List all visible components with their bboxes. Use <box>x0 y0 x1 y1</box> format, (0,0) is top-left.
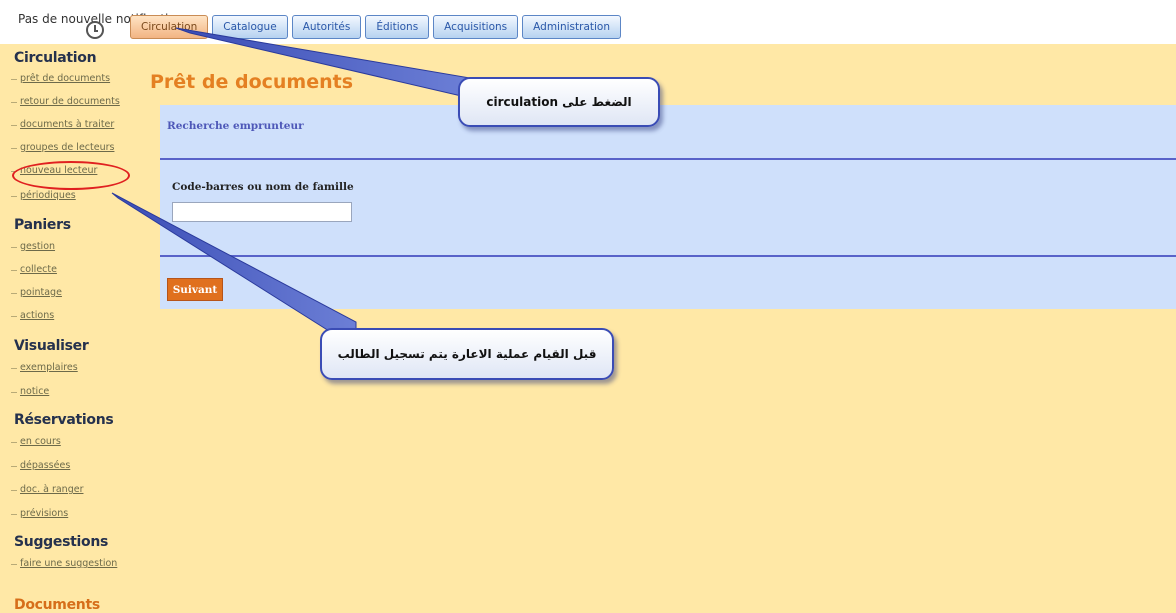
sidebar-link-pointage[interactable]: pointage <box>11 287 62 298</box>
sidebar-link-notice[interactable]: notice <box>10 386 49 397</box>
divider <box>160 255 1176 257</box>
sidebar-section-circulation: Circulation <box>14 50 97 66</box>
sidebar-section-reservations: Réservations <box>14 412 114 428</box>
tab-acquisitions[interactable]: Acquisitions <box>433 15 519 39</box>
sidebar-link-periodiques[interactable]: périodiques <box>11 190 76 201</box>
callout-top: الضغط على circulation <box>458 77 660 127</box>
sidebar-link-exemplaires[interactable]: exemplaires <box>11 362 78 373</box>
sidebar-link-faire-suggestion[interactable]: faire une suggestion <box>10 558 117 569</box>
sidebar-link-depassees[interactable]: dépassées <box>10 460 70 471</box>
panel-title: Recherche emprunteur <box>167 120 304 132</box>
clock-icon[interactable] <box>86 21 104 39</box>
sidebar-section-documents: Documents <box>14 597 100 613</box>
top-bar: Pas de nouvelle notification Circulation… <box>0 0 1176 44</box>
sidebar-link-en-cours[interactable]: en cours <box>11 436 61 447</box>
sidebar: Circulation prêt de documents retour de … <box>0 44 150 613</box>
barcode-label: Code-barres ou nom de famille <box>172 181 354 193</box>
callout-bottom: قبل القيام عملية الاعارة يتم تسجيل الطال… <box>320 328 614 380</box>
divider <box>160 158 1176 160</box>
tab-administration[interactable]: Administration <box>522 15 621 39</box>
sidebar-section-suggestions: Suggestions <box>14 534 109 550</box>
highlight-circle <box>12 161 130 190</box>
sidebar-link-gestion[interactable]: gestion <box>10 241 55 252</box>
sidebar-link-a-traiter[interactable]: documents à traiter <box>10 119 114 130</box>
tab-editions[interactable]: Éditions <box>365 15 430 39</box>
tab-catalogue[interactable]: Catalogue <box>212 15 288 39</box>
sidebar-link-doc-a-ranger[interactable]: doc. à ranger <box>10 484 83 495</box>
sidebar-link-previsions[interactable]: prévisions <box>10 508 68 519</box>
sidebar-section-paniers: Paniers <box>14 217 71 233</box>
main-tabs: Circulation Catalogue Autorités Éditions… <box>130 15 621 39</box>
sidebar-link-actions[interactable]: actions <box>10 310 54 321</box>
page-title: Prêt de documents <box>150 71 354 93</box>
next-button[interactable]: Suivant <box>167 278 223 301</box>
sidebar-link-collecte[interactable]: collecte <box>11 264 57 275</box>
sidebar-section-visualiser: Visualiser <box>14 338 89 354</box>
sidebar-link-retour[interactable]: retour de documents <box>11 96 120 107</box>
tab-circulation[interactable]: Circulation <box>130 15 209 39</box>
sidebar-link-groupes[interactable]: groupes de lecteurs <box>10 142 114 153</box>
tab-autorites[interactable]: Autorités <box>291 15 362 39</box>
sidebar-link-pret[interactable]: prêt de documents <box>10 73 110 84</box>
barcode-input[interactable] <box>172 202 352 222</box>
